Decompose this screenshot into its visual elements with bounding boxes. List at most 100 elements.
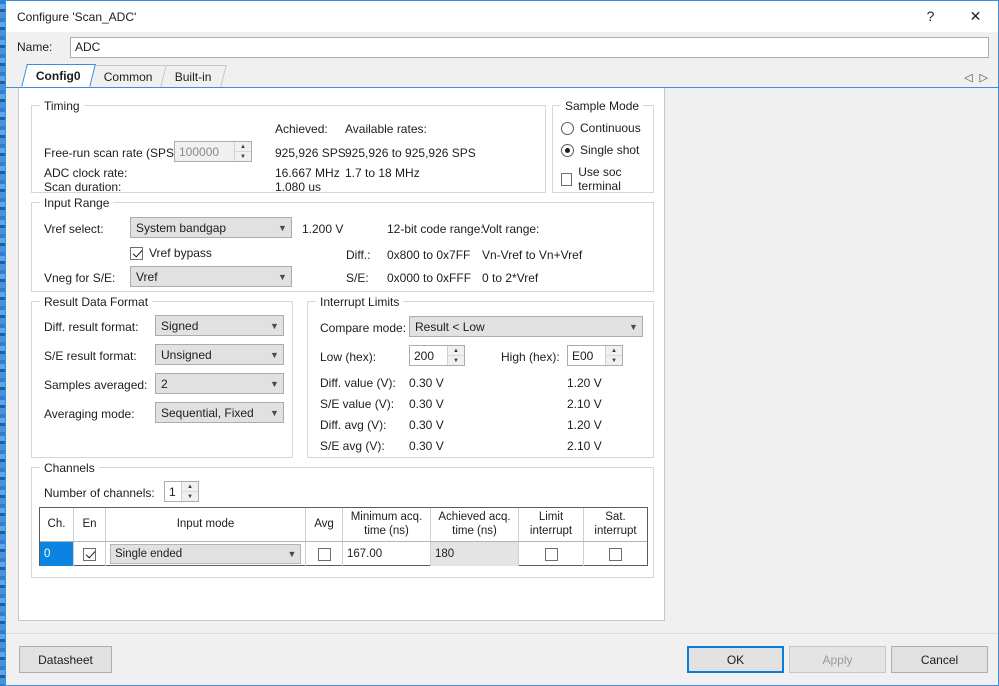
- tab-prev-icon[interactable]: ◁: [964, 73, 972, 84]
- window-title: Configure 'Scan_ADC': [17, 9, 137, 24]
- checkbox-use-soc-terminal[interactable]: Use soc terminal: [561, 165, 653, 193]
- compare-mode-combobox[interactable]: Result < Low ▼: [409, 316, 643, 337]
- number-of-channels-spinner[interactable]: 1 ▲ ▼: [164, 481, 199, 502]
- column-header-minimum-acq-time: Minimum acq. time (ns): [343, 508, 431, 541]
- averaging-mode-combobox[interactable]: Sequential, Fixed ▼: [155, 402, 284, 423]
- high-hex-spin-up-icon[interactable]: ▲: [606, 346, 622, 356]
- avg-checkbox-icon[interactable]: [317, 547, 331, 561]
- chevron-down-icon[interactable]: ▼: [625, 317, 642, 336]
- low-hex-spinner[interactable]: 200 ▲ ▼: [409, 345, 465, 366]
- scan-rate-spin-up-icon[interactable]: ▲: [235, 142, 251, 152]
- se-result-format-label: S/E result format:: [44, 349, 137, 363]
- cell-enable[interactable]: [74, 542, 106, 566]
- diff-result-format-combobox[interactable]: Signed ▼: [155, 315, 284, 336]
- low-hex-spin-buttons[interactable]: ▲ ▼: [447, 346, 464, 365]
- chevron-down-icon[interactable]: ▼: [266, 316, 283, 335]
- vref-select-combobox[interactable]: System bandgap ▼: [130, 217, 292, 238]
- tab-built-in[interactable]: Built-in: [160, 65, 227, 87]
- chevron-down-icon[interactable]: ▼: [274, 218, 291, 237]
- cell-avg[interactable]: [306, 542, 343, 566]
- scan-rate-spinner[interactable]: 100000 ▲ ▼: [174, 141, 252, 162]
- column-header-achieved-acq-time-line1: Achieved acq.: [438, 511, 511, 524]
- chevron-down-icon[interactable]: ▼: [274, 267, 291, 286]
- radio-continuous-icon[interactable]: [561, 121, 574, 135]
- chevron-down-icon[interactable]: ▼: [266, 345, 283, 364]
- adc-clock-label: ADC clock rate:: [44, 166, 128, 180]
- cell-channel-number[interactable]: 0: [40, 542, 74, 566]
- diff-avg-label: Diff. avg (V):: [320, 418, 387, 432]
- diff-volt-range: Vn-Vref to Vn+Vref: [482, 248, 583, 262]
- se-avg-high: 2.10 V: [567, 439, 602, 453]
- diff-code-range: 0x800 to 0x7FF: [387, 248, 471, 262]
- high-hex-spin-buttons[interactable]: ▲ ▼: [605, 346, 622, 365]
- column-header-limit-interrupt-line2: interrupt: [529, 524, 573, 537]
- configure-scan-adc-dialog: Configure 'Scan_ADC' ? ✕ Name: Config0 C…: [5, 0, 999, 686]
- result-data-format-legend: Result Data Format: [40, 295, 153, 309]
- close-icon[interactable]: ✕: [953, 1, 998, 31]
- number-of-channels-label: Number of channels:: [44, 486, 155, 500]
- timing-group: Timing Achieved: Available rates: Free-r…: [31, 99, 546, 194]
- input-range-legend: Input Range: [40, 196, 114, 210]
- datasheet-button[interactable]: Datasheet: [19, 646, 112, 673]
- channels-legend: Channels: [40, 461, 99, 475]
- cell-minimum-acq-time[interactable]: 167.00: [343, 542, 431, 566]
- name-row: Name:: [6, 32, 998, 62]
- cell-input-mode[interactable]: Single ended ▼: [106, 542, 306, 566]
- low-hex-value: 200: [414, 348, 435, 363]
- cancel-button[interactable]: Cancel: [891, 646, 988, 673]
- chevron-down-icon[interactable]: ▼: [266, 374, 283, 393]
- number-of-channels-spin-down-icon[interactable]: ▼: [182, 492, 198, 501]
- tab-next-icon[interactable]: ▷: [980, 73, 988, 84]
- low-hex-spin-down-icon[interactable]: ▼: [448, 356, 464, 365]
- use-soc-terminal-label: Use soc terminal: [578, 165, 622, 193]
- samples-averaged-label: Samples averaged:: [44, 378, 148, 392]
- number-of-channels-spin-buttons[interactable]: ▲ ▼: [181, 482, 198, 501]
- tab-config0[interactable]: Config0: [21, 64, 96, 87]
- scan-rate-spin-down-icon[interactable]: ▼: [235, 152, 251, 161]
- column-header-avg: Avg: [306, 508, 343, 541]
- samples-averaged-value: 2: [161, 376, 168, 391]
- title-bar-buttons: ? ✕: [908, 1, 998, 31]
- radio-single-shot[interactable]: Single shot: [561, 143, 639, 157]
- use-soc-terminal-checkbox-icon[interactable]: [561, 172, 573, 186]
- checkbox-vref-bypass[interactable]: Vref bypass: [130, 246, 212, 260]
- compare-mode-label: Compare mode:: [320, 321, 407, 335]
- cell-sat-interrupt[interactable]: [584, 542, 647, 566]
- diff-value-high: 1.20 V: [567, 376, 602, 390]
- timing-available-header: Available rates:: [345, 122, 427, 136]
- number-of-channels-spin-up-icon[interactable]: ▲: [182, 482, 198, 492]
- ok-button[interactable]: OK: [687, 646, 784, 673]
- scan-rate-spin-buttons[interactable]: ▲ ▼: [234, 142, 251, 161]
- timing-legend: Timing: [40, 99, 84, 113]
- help-icon[interactable]: ?: [908, 1, 953, 31]
- name-input[interactable]: [70, 36, 989, 58]
- sat-interrupt-checkbox-icon[interactable]: [609, 547, 622, 561]
- enable-checkbox-icon[interactable]: [83, 547, 96, 561]
- column-header-ch: Ch.: [40, 508, 74, 541]
- vref-voltage: 1.200 V: [302, 222, 344, 236]
- high-hex-spinner[interactable]: E00 ▲ ▼: [567, 345, 623, 366]
- input-mode-combobox[interactable]: Single ended ▼: [110, 544, 301, 564]
- chevron-down-icon[interactable]: ▼: [284, 549, 300, 559]
- adc-clock-available: 1.7 to 18 MHz: [345, 166, 420, 180]
- config0-panel: Timing Achieved: Available rates: Free-r…: [18, 88, 665, 621]
- vneg-combobox[interactable]: Vref ▼: [130, 266, 292, 287]
- samples-averaged-combobox[interactable]: 2 ▼: [155, 373, 284, 394]
- limit-interrupt-checkbox-icon[interactable]: [544, 547, 558, 561]
- radio-continuous[interactable]: Continuous: [561, 121, 641, 135]
- cell-limit-interrupt[interactable]: [519, 542, 584, 566]
- low-hex-spin-up-icon[interactable]: ▲: [448, 346, 464, 356]
- tab-common[interactable]: Common: [88, 65, 168, 87]
- tab-config0-label: Config0: [36, 68, 81, 83]
- high-hex-label: High (hex):: [501, 350, 560, 364]
- column-header-en: En: [74, 508, 106, 541]
- vref-bypass-checkbox-icon[interactable]: [130, 246, 143, 260]
- high-hex-spin-down-icon[interactable]: ▼: [606, 356, 622, 365]
- table-row[interactable]: 0 Single ended ▼ 167.00 180: [40, 542, 647, 566]
- high-hex-value: E00: [572, 348, 594, 363]
- interrupt-limits-legend: Interrupt Limits: [316, 295, 404, 309]
- diff-result-format-value: Signed: [161, 318, 199, 333]
- radio-single-shot-icon[interactable]: [561, 143, 574, 157]
- se-result-format-combobox[interactable]: Unsigned ▼: [155, 344, 284, 365]
- chevron-down-icon[interactable]: ▼: [266, 403, 283, 422]
